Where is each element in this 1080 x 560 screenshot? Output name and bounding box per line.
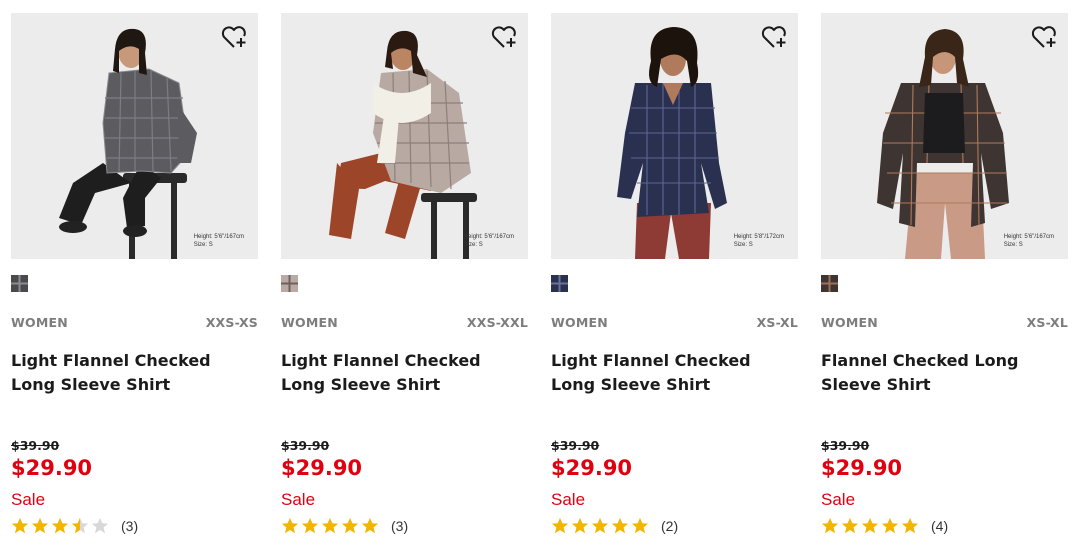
size-range: XXS-XXL: [466, 315, 528, 330]
star-full-icon: [341, 517, 359, 534]
star-full-icon: [571, 517, 589, 534]
product-meta: WOMEN XXS-XS: [11, 315, 258, 330]
model-size-note: Height: 5'8"/172cm Size: S: [733, 234, 784, 248]
sale-price: $29.90: [821, 456, 903, 480]
size-range: XXS-XS: [205, 315, 258, 330]
sale-badge: Sale: [821, 490, 856, 509]
review-count: (2): [661, 518, 679, 534]
review-count: (4): [931, 518, 949, 534]
heart-plus-icon: [221, 26, 246, 48]
product-rating[interactable]: (3): [281, 517, 408, 535]
review-count: (3): [391, 518, 409, 534]
original-price: $39.90: [551, 438, 600, 453]
product-rating[interactable]: (3): [11, 517, 138, 535]
product-category: WOMEN: [11, 315, 68, 330]
model-size-note: Height: 5'6"/167cm Size: S: [463, 234, 514, 248]
product-image[interactable]: Height: 5'8"/172cm Size: S: [551, 13, 798, 259]
star-empty-icon: [91, 517, 109, 534]
add-to-favorites-button[interactable]: [219, 22, 249, 52]
star-full-icon: [901, 517, 919, 534]
star-full-icon: [881, 517, 899, 534]
star-rating: [551, 517, 651, 535]
sale-badge: Sale: [551, 490, 586, 509]
color-swatch[interactable]: [821, 275, 838, 292]
size-range: XS-XL: [756, 315, 798, 330]
heart-plus-icon: [1031, 26, 1056, 48]
product-name[interactable]: Flannel Checked Long Sleeve Shirt: [821, 349, 1068, 397]
product-category: WOMEN: [821, 315, 878, 330]
sale-badge: Sale: [11, 490, 46, 509]
star-full-icon: [821, 517, 839, 534]
model-size-note: Height: 5'6"/167cm Size: S: [1003, 234, 1054, 248]
star-full-icon: [11, 517, 29, 534]
original-price: $39.90: [11, 438, 60, 453]
star-full-icon: [321, 517, 339, 534]
product-image[interactable]: Height: 5'6"/167cm Size: S: [281, 13, 528, 259]
star-full-icon: [631, 517, 649, 534]
product-name[interactable]: Light Flannel Checked Long Sleeve Shirt: [551, 349, 798, 397]
star-full-icon: [841, 517, 859, 534]
sale-price: $29.90: [11, 456, 93, 480]
color-swatch[interactable]: [11, 275, 28, 292]
sale-price: $29.90: [551, 456, 633, 480]
star-full-icon: [611, 517, 629, 534]
model-size-note: Height: 5'6"/167cm Size: S: [193, 234, 244, 248]
add-to-favorites-button[interactable]: [759, 22, 789, 52]
star-full-icon: [361, 517, 379, 534]
review-count: (3): [121, 518, 139, 534]
star-rating: [281, 517, 381, 535]
product-image[interactable]: Height: 5'6"/167cm Size: S: [821, 13, 1068, 259]
star-full-icon: [281, 517, 299, 534]
product-meta: WOMEN XXS-XXL: [281, 315, 528, 330]
star-full-icon: [31, 517, 49, 534]
star-full-icon: [51, 517, 69, 534]
star-full-icon: [301, 517, 319, 534]
add-to-favorites-button[interactable]: [489, 22, 519, 52]
product-name[interactable]: Light Flannel Checked Long Sleeve Shirt: [11, 349, 258, 397]
star-half-icon: [71, 517, 89, 534]
product-card[interactable]: Height: 5'8"/172cm Size: S WOMEN XS-XL Li…: [551, 13, 798, 534]
star-full-icon: [591, 517, 609, 534]
original-price: $39.90: [281, 438, 330, 453]
heart-plus-icon: [491, 26, 516, 48]
add-to-favorites-button[interactable]: [1029, 22, 1059, 52]
star-full-icon: [551, 517, 569, 534]
product-rating[interactable]: (4): [821, 517, 948, 535]
original-price: $39.90: [821, 438, 870, 453]
sale-price: $29.90: [281, 456, 363, 480]
size-range: XS-XL: [1026, 315, 1068, 330]
product-grid: Height: 5'6"/167cm Size: S WOMEN XXS-XS L…: [0, 0, 1080, 560]
product-meta: WOMEN XS-XL: [821, 315, 1068, 330]
product-card[interactable]: Height: 5'6"/167cm Size: S WOMEN XXS-XS L…: [11, 13, 258, 534]
product-meta: WOMEN XS-XL: [551, 315, 798, 330]
product-card[interactable]: Height: 5'6"/167cm Size: S WOMEN XS-XL Fl…: [821, 13, 1068, 534]
product-name[interactable]: Light Flannel Checked Long Sleeve Shirt: [281, 349, 528, 397]
product-rating[interactable]: (2): [551, 517, 678, 535]
product-category: WOMEN: [281, 315, 338, 330]
product-image[interactable]: Height: 5'6"/167cm Size: S: [11, 13, 258, 259]
star-full-icon: [861, 517, 879, 534]
color-swatch[interactable]: [551, 275, 568, 292]
product-card[interactable]: Height: 5'6"/167cm Size: S WOMEN XXS-XXL …: [281, 13, 528, 534]
heart-plus-icon: [761, 26, 786, 48]
star-rating: [821, 517, 921, 535]
product-category: WOMEN: [551, 315, 608, 330]
star-rating: [11, 517, 111, 535]
sale-badge: Sale: [281, 490, 316, 509]
color-swatch[interactable]: [281, 275, 298, 292]
